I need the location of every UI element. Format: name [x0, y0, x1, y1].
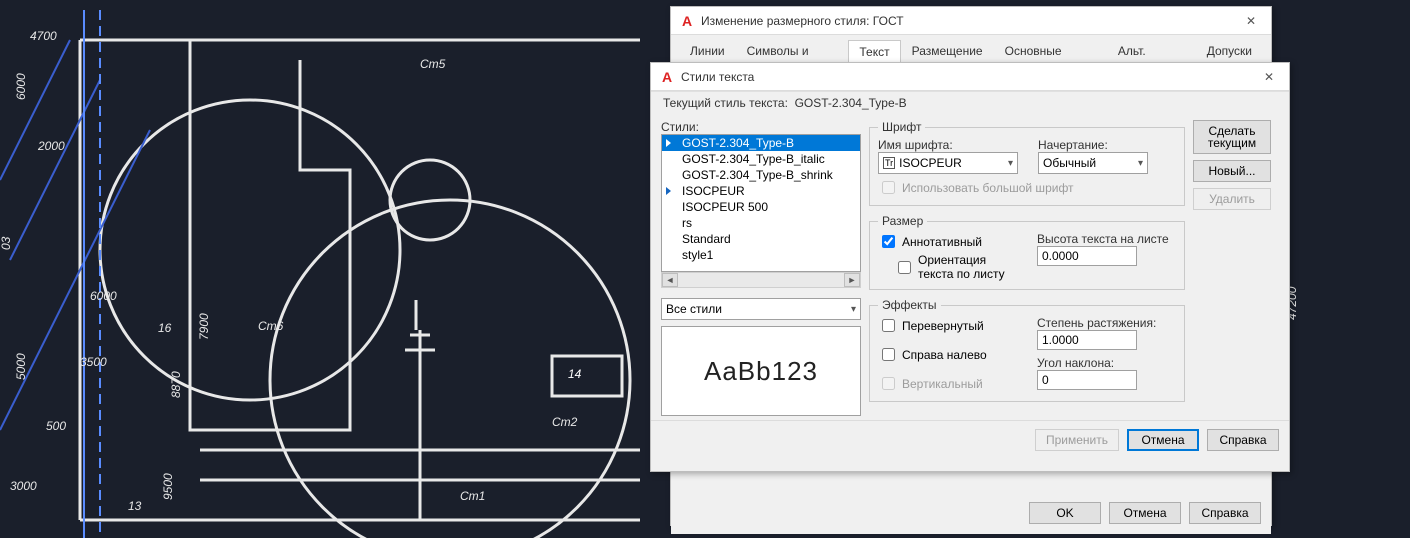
svg-text:3500: 3500: [80, 355, 107, 369]
svg-text:Ст6: Ст6: [258, 319, 284, 333]
svg-text:3000: 3000: [10, 479, 37, 493]
svg-text:Ст5: Ст5: [420, 57, 446, 71]
list-item[interactable]: GOST-2.304_Type-B_italic: [662, 151, 860, 167]
svg-text:Ст1: Ст1: [460, 489, 485, 503]
svg-text:Ст2: Ст2: [552, 415, 578, 429]
list-item[interactable]: GOST-2.304_Type-B: [662, 135, 860, 151]
svg-text:6000: 6000: [14, 73, 28, 100]
truetype-icon: Tr: [883, 157, 895, 169]
apply-button: Применить: [1035, 429, 1119, 451]
upside-label: Перевернутый: [902, 319, 984, 333]
dim-text: 4700: [30, 29, 57, 43]
vertical-checkbox: [882, 377, 895, 390]
font-name-select[interactable]: Tr ISOCPEUR ▾: [878, 152, 1018, 174]
help-button[interactable]: Справка: [1207, 429, 1279, 451]
dimstyle-title: Изменение размерного стиля: ГОСТ: [701, 14, 1231, 28]
current-style-label: Текущий стиль текста:: [663, 96, 788, 110]
h-scrollbar[interactable]: ◄ ►: [661, 272, 861, 288]
oblique-label: Угол наклона:: [1037, 356, 1176, 370]
ok-button[interactable]: OK: [1029, 502, 1101, 524]
svg-text:7900: 7900: [197, 313, 211, 340]
list-item[interactable]: GOST-2.304_Type-B_shrink: [662, 167, 860, 183]
font-legend: Шрифт: [878, 120, 925, 134]
delete-style-button: Удалить: [1193, 188, 1271, 210]
font-style-select[interactable]: Обычный ▾: [1038, 152, 1148, 174]
font-name-label: Имя шрифта:: [878, 138, 1018, 152]
cancel-button[interactable]: Отмена: [1127, 429, 1199, 451]
list-item[interactable]: ISOCPEUR 500: [662, 199, 860, 215]
paper-height-label: Высота текста на листе: [1037, 232, 1176, 246]
font-name-value: ISOCPEUR: [899, 156, 962, 170]
svg-text:9500: 9500: [161, 473, 175, 500]
current-style-value: GOST-2.304_Type-B: [795, 96, 907, 110]
style-preview: AaBb123: [661, 326, 861, 416]
effects-legend: Эффекты: [878, 298, 941, 312]
match-orient-label: Ориентация текста по листу: [918, 253, 1017, 281]
annotative-label: Аннотативный: [902, 235, 982, 249]
upside-checkbox[interactable]: [882, 319, 895, 332]
bigfont-checkbox: [882, 181, 895, 194]
app-icon: A: [659, 69, 675, 85]
svg-text:500: 500: [46, 419, 66, 433]
paper-height-input[interactable]: [1037, 246, 1137, 266]
scroll-left-icon[interactable]: ◄: [662, 273, 678, 287]
help-button[interactable]: Справка: [1189, 502, 1261, 524]
style-filter-select[interactable]: Все стили ▾: [661, 298, 861, 320]
list-item[interactable]: Standard: [662, 231, 860, 247]
styles-label: Стили:: [661, 120, 861, 134]
svg-text:16: 16: [158, 321, 172, 335]
annotative-checkbox[interactable]: [882, 235, 895, 248]
list-item[interactable]: style1: [662, 247, 860, 263]
oblique-input[interactable]: [1037, 370, 1137, 390]
close-icon[interactable]: ✕: [1231, 7, 1271, 35]
chevron-down-icon: ▾: [1138, 158, 1143, 169]
svg-text:13: 13: [128, 499, 142, 513]
svg-text:8870: 8870: [169, 371, 183, 398]
textstyle-dialog: A Стили текста ✕ Текущий стиль текста: G…: [650, 62, 1290, 472]
font-style-label: Начертание:: [1038, 138, 1176, 152]
app-icon: A: [679, 13, 695, 29]
svg-text:5000: 5000: [14, 353, 28, 380]
vertical-label: Вертикальный: [902, 377, 983, 391]
width-factor-label: Степень растяжения:: [1037, 316, 1176, 330]
current-style-row: Текущий стиль текста: GOST-2.304_Type-B: [651, 91, 1289, 112]
backwards-label: Справа налево: [902, 348, 987, 362]
font-style-value: Обычный: [1043, 156, 1096, 170]
list-item[interactable]: rs: [662, 215, 860, 231]
svg-text:6000: 6000: [90, 289, 117, 303]
list-item[interactable]: ISOCPEUR: [662, 183, 860, 199]
backwards-checkbox[interactable]: [882, 348, 895, 361]
chevron-down-icon: ▾: [851, 304, 856, 315]
svg-text:03: 03: [0, 236, 13, 250]
textstyle-title: Стили текста: [681, 70, 1249, 84]
textstyle-titlebar[interactable]: A Стили текста ✕: [651, 63, 1289, 91]
match-orient-checkbox[interactable]: [898, 261, 911, 274]
close-icon[interactable]: ✕: [1249, 63, 1289, 91]
new-style-button[interactable]: Новый...: [1193, 160, 1271, 182]
size-legend: Размер: [878, 214, 927, 228]
svg-text:14: 14: [568, 367, 582, 381]
size-group: Размер Аннотативный Ориентация текста по…: [869, 214, 1185, 290]
effects-group: Эффекты Перевернутый Справа налево Верти…: [869, 298, 1185, 402]
cancel-button[interactable]: Отмена: [1109, 502, 1181, 524]
styles-list[interactable]: GOST-2.304_Type-BGOST-2.304_Type-B_itali…: [661, 134, 861, 272]
scroll-track[interactable]: [678, 273, 844, 287]
scroll-right-icon[interactable]: ►: [844, 273, 860, 287]
font-group: Шрифт Имя шрифта: Tr ISOCPEUR ▾ Начертани…: [869, 120, 1185, 206]
set-current-button[interactable]: Сделать текущим: [1193, 120, 1271, 154]
chevron-down-icon: ▾: [1008, 158, 1013, 169]
svg-text:2000: 2000: [37, 139, 65, 153]
bigfont-label: Использовать большой шрифт: [902, 181, 1074, 195]
dimstyle-buttons: OK Отмена Справка: [671, 494, 1271, 534]
dimstyle-titlebar[interactable]: A Изменение размерного стиля: ГОСТ ✕: [671, 7, 1271, 35]
style-filter-value: Все стили: [666, 302, 722, 316]
width-factor-input[interactable]: [1037, 330, 1137, 350]
